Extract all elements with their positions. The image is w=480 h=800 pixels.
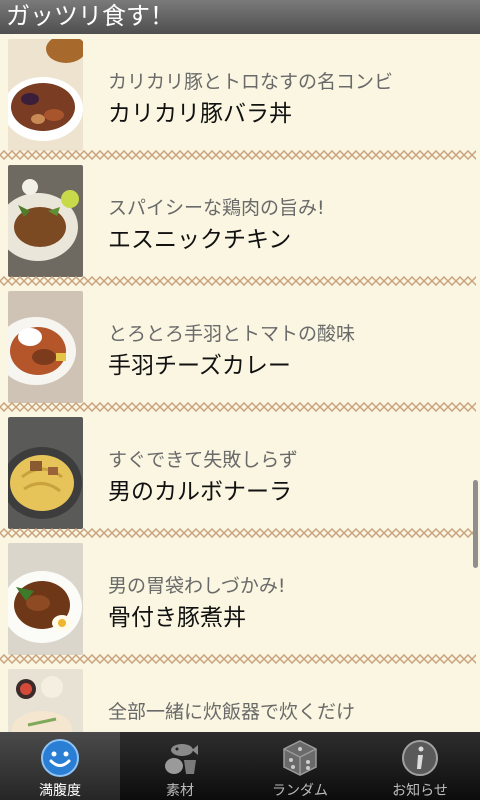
satiety-face-icon xyxy=(41,739,79,777)
recipe-title: 手羽チーズカレー xyxy=(108,353,291,379)
recipe-title: エスニックチキン xyxy=(108,227,292,253)
recipe-thumbnail xyxy=(8,165,83,277)
page-header: ガッツリ食す！ xyxy=(0,0,480,34)
ingredients-icon xyxy=(165,744,198,774)
dice-icon xyxy=(283,740,317,776)
zigzag-divider xyxy=(0,528,476,538)
recipe-title: 男のカルボナーラ xyxy=(108,479,292,505)
tab-random[interactable]: ランダム xyxy=(240,732,360,800)
zigzag-divider xyxy=(0,276,476,286)
recipe-item[interactable]: スパイシーな鶏肉の旨み! エスニックチキン xyxy=(0,160,480,286)
recipe-list[interactable]: カリカリ豚とトロなすの名コンビ カリカリ豚バラ丼 スパイシーな鶏肉の旨み! エス… xyxy=(0,34,480,732)
bottom-tab-bar: 満腹度 素材 ランダム お知らせ xyxy=(0,732,480,800)
recipe-item[interactable]: すぐできて失敗しらず 男のカルボナーラ xyxy=(0,412,480,538)
recipe-subtitle: スパイシーな鶏肉の旨み! xyxy=(108,197,325,219)
page-title: ガッツリ食す！ xyxy=(6,2,174,30)
list-scrollbar[interactable] xyxy=(473,480,478,568)
zigzag-divider xyxy=(0,150,476,160)
recipe-title: 骨付き豚煮丼 xyxy=(108,605,246,631)
tab-label: ランダム xyxy=(272,783,328,799)
recipe-subtitle: 男の胃袋わしづかみ! xyxy=(108,575,286,597)
tab-label: 素材 xyxy=(166,783,194,799)
recipe-subtitle: すぐできて失敗しらず xyxy=(108,449,298,471)
tab-news[interactable]: お知らせ xyxy=(360,732,480,800)
recipe-item[interactable]: 男の胃袋わしづかみ! 骨付き豚煮丼 xyxy=(0,538,480,664)
recipe-title: チキンライス xyxy=(108,724,245,732)
tab-label: お知らせ xyxy=(392,783,448,799)
zigzag-divider xyxy=(0,654,476,664)
recipe-thumbnail xyxy=(8,39,83,151)
recipe-subtitle: とろとろ手羽とトマトの酸味 xyxy=(108,323,356,345)
recipe-thumbnail xyxy=(8,417,83,529)
recipe-title: カリカリ豚バラ丼 xyxy=(108,101,292,127)
tab-satiety[interactable]: 満腹度 xyxy=(0,732,120,800)
info-icon xyxy=(402,740,438,776)
recipe-subtitle: カリカリ豚とトロなすの名コンビ xyxy=(108,71,394,93)
recipe-thumbnail xyxy=(8,543,83,655)
recipe-item[interactable]: とろとろ手羽とトマトの酸味 手羽チーズカレー xyxy=(0,286,480,412)
tab-label: 満腹度 xyxy=(39,783,81,799)
recipe-item[interactable]: 全部一緒に炊飯器で炊くだけ チキンライス xyxy=(0,664,480,732)
zigzag-divider xyxy=(0,402,476,412)
recipe-thumbnail xyxy=(8,669,83,732)
recipe-item[interactable]: カリカリ豚とトロなすの名コンビ カリカリ豚バラ丼 xyxy=(0,34,480,160)
recipe-subtitle: 全部一緒に炊飯器で炊くだけ xyxy=(108,701,356,723)
tab-ingredients[interactable]: 素材 xyxy=(120,732,240,800)
recipe-thumbnail xyxy=(8,291,83,403)
